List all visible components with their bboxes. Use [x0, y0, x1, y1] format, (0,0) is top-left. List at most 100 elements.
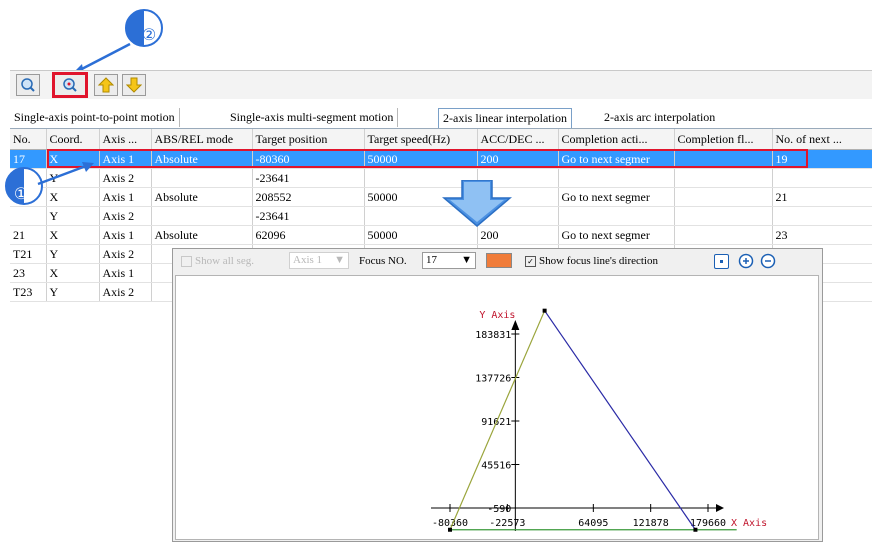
column-header[interactable]: ACC/DEC ...	[477, 129, 559, 150]
x-axis-arrow	[716, 504, 724, 512]
show-direction-checkbox[interactable]: ✓ Show focus line's direction	[525, 253, 658, 269]
focus-path-icon	[63, 78, 77, 92]
y-tick-label: 183831	[475, 330, 511, 341]
table-cell: Axis 2	[99, 244, 152, 264]
move-up-icon	[98, 77, 114, 93]
table-cell	[558, 168, 675, 188]
x-tick-label: 121878	[633, 518, 669, 529]
zoom-in-button[interactable]	[738, 253, 755, 270]
path-chart-window: Show all seg. Axis 1 ▼ Focus NO. 17 ▼ ✓ S…	[172, 248, 823, 542]
dropdown-arrow-icon: ▼	[334, 254, 345, 266]
zoom-in-icon	[738, 253, 754, 269]
column-header[interactable]: Target position	[252, 129, 365, 150]
checkbox-checked-icon: ✓	[525, 255, 536, 267]
table-cell	[151, 168, 253, 188]
table-cell: 23	[10, 263, 47, 283]
y-axis-arrow	[511, 320, 520, 330]
move-up-button[interactable]	[94, 74, 118, 96]
table-cell: X	[46, 187, 100, 207]
column-header[interactable]: No. of next ...	[772, 129, 872, 150]
table-cell: 62096	[252, 225, 365, 245]
table-cell: 21	[10, 225, 47, 245]
fit-view-button[interactable]	[714, 254, 729, 269]
y-axis-label: Y Axis	[479, 310, 515, 321]
path-vertex	[693, 527, 698, 532]
column-header[interactable]: Target speed(Hz)	[364, 129, 478, 150]
table-cell: T23	[10, 282, 47, 302]
path-segment-1	[544, 310, 696, 531]
tab-single-axis-point[interactable]: Single-axis point-to-point motion	[10, 108, 180, 127]
table-cell: -80360	[252, 149, 365, 169]
x-tick-label: 64095	[578, 518, 608, 529]
show-all-label: Show all seg.	[195, 255, 254, 267]
x-axis-label: X Axis	[731, 518, 767, 529]
zoom-out-button[interactable]	[760, 253, 777, 270]
table-cell: Axis 1	[99, 149, 152, 169]
column-header[interactable]: Coord.	[46, 129, 100, 150]
show-path-button[interactable]	[16, 74, 40, 96]
table-row[interactable]: 17 X Axis 1 Absolute -80360 50000 200 Go to nex…	[10, 149, 872, 169]
table-row[interactable]: YAxis 2-23641	[10, 168, 872, 188]
column-header[interactable]: Completion acti...	[558, 129, 675, 150]
table-cell: Axis 2	[99, 206, 152, 226]
path-segment-0	[449, 310, 546, 530]
transition-arrow-icon	[442, 180, 512, 227]
focus-number-value: 17	[426, 254, 437, 266]
focus-number-select[interactable]: 17 ▼	[422, 252, 476, 269]
table-cell: X	[46, 225, 100, 245]
chart-toolbar: Show all seg. Axis 1 ▼ Focus NO. 17 ▼ ✓ S…	[173, 249, 824, 273]
column-header[interactable]: Axis ...	[99, 129, 152, 150]
table-cell	[558, 206, 675, 226]
path-vertex	[542, 308, 547, 313]
focus-label: Focus NO.	[359, 255, 407, 267]
table-cell: Absolute	[151, 149, 253, 169]
table-cell: Axis 1	[99, 225, 152, 245]
table-cell: Y	[46, 282, 100, 302]
move-down-button[interactable]	[122, 74, 146, 96]
table-header-row: No. Coord. Axis ... ABS/REL mode Target posi…	[10, 129, 872, 150]
axis-select[interactable]: Axis 1 ▼	[289, 252, 349, 269]
path-plot-area: Y AxisX Axis-5904551691621137726183831-8…	[175, 275, 819, 540]
table-cell: Y	[46, 206, 100, 226]
motion-toolbar	[10, 70, 872, 99]
table-cell: Axis 2	[99, 168, 152, 188]
column-header[interactable]: Completion fl...	[674, 129, 773, 150]
path-chart: Y AxisX Axis-5904551691621137726183831-8…	[431, 308, 767, 532]
motion-type-tabs: Single-axis point-to-point motion Single…	[10, 108, 872, 129]
show-path-icon	[21, 78, 35, 92]
table-cell: -23641	[252, 206, 365, 226]
table-cell: 19	[772, 149, 872, 169]
table-cell: 50000	[364, 225, 478, 245]
table-row[interactable]: YAxis 2 -23641	[10, 206, 872, 226]
table-cell: 200	[477, 149, 559, 169]
show-direction-label: Show focus line's direction	[539, 255, 658, 267]
table-cell	[674, 187, 773, 207]
table-cell	[674, 149, 773, 169]
table-cell: Go to next segmer	[558, 225, 675, 245]
column-header[interactable]: No.	[10, 129, 47, 150]
fit-view-icon	[720, 260, 723, 263]
table-row[interactable]: X Axis 1 Absolute 208552 50000 Go to next seg…	[10, 187, 872, 207]
y-tick-label: 137726	[475, 373, 511, 384]
table-cell: -23641	[252, 168, 365, 188]
table-cell: 200	[477, 225, 559, 245]
table-cell: Absolute	[151, 225, 253, 245]
dropdown-arrow-icon: ▼	[461, 254, 472, 266]
table-cell: Axis 2	[99, 282, 152, 302]
table-cell	[674, 206, 773, 226]
x-tick-label: 179660	[690, 518, 726, 529]
column-header[interactable]: ABS/REL mode	[151, 129, 253, 150]
table-cell: Go to next segmer	[558, 149, 675, 169]
table-cell	[772, 206, 872, 226]
tab-single-axis-multi[interactable]: Single-axis multi-segment motion	[226, 108, 399, 127]
tab-2-axis-linear[interactable]: 2-axis linear interpolation	[438, 108, 572, 128]
tab-2-axis-arc[interactable]: 2-axis arc interpolation	[600, 108, 719, 127]
y-tick-label: 45516	[481, 460, 511, 471]
checkbox-icon	[181, 255, 192, 267]
table-row[interactable]: 21 X Axis 1 Absolute 62096 50000 200 Go to next…	[10, 225, 872, 245]
focus-color-swatch[interactable]	[486, 253, 512, 268]
table-cell: X	[46, 263, 100, 283]
table-cell: Y	[46, 244, 100, 264]
focus-path-button[interactable]	[52, 72, 88, 98]
show-all-checkbox[interactable]: Show all seg.	[181, 253, 254, 269]
